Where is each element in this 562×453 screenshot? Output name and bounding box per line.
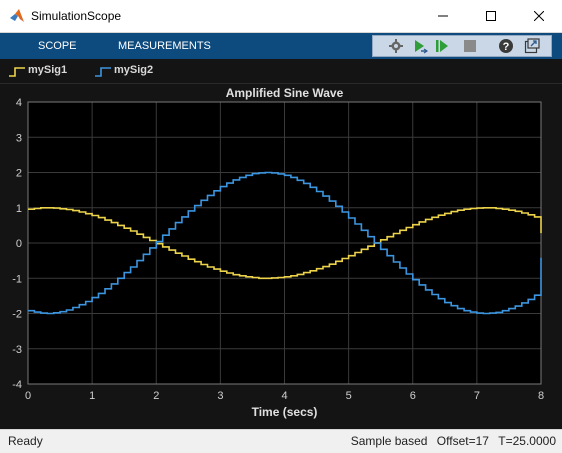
y-tick-label: 2 [16,168,22,180]
status-ready: Ready [8,434,43,448]
tab-scope[interactable]: SCOPE [38,40,77,52]
minimize-button[interactable] [420,0,466,32]
step-forward-icon [415,40,428,54]
window-title: SimulationScope [31,9,122,23]
stop-icon [464,40,476,52]
scope-window: SimulationScope SCOPE MEASUREMENTS ? myS… [0,0,562,453]
title-bar: SimulationScope [0,0,562,33]
settings-icon [389,39,403,53]
run-button[interactable] [433,38,451,54]
x-tick-label: 3 [217,390,223,402]
legend-swatch-mysig1 [9,67,25,77]
y-tick-label: -3 [12,344,22,356]
minimize-icon [438,15,448,17]
quick-access-toolbar: ? [372,35,552,57]
y-tick-label: -2 [12,309,22,321]
toolstrip: SCOPE MEASUREMENTS ? [0,33,562,59]
stop-button[interactable] [461,38,479,54]
x-tick-label: 1 [89,390,95,402]
step-forward-button[interactable] [411,38,429,54]
y-tick-label: 3 [16,132,22,144]
run-icon [436,40,448,52]
y-tick-label: 1 [16,203,22,215]
close-button[interactable] [516,0,562,32]
x-tick-label: 4 [281,390,287,402]
status-offset: Offset=17 [436,434,489,448]
x-tick-label: 0 [25,390,31,402]
plot-svg[interactable]: 0 1 2 3 4 5 6 7 8 -4 -3 -2 -1 0 1 2 3 4 Amplified Sine Wav… [0,84,562,429]
maximize-icon [486,11,496,21]
undock-button[interactable] [523,38,541,54]
y-tick-label: 0 [16,238,22,250]
help-icon: ? [499,39,513,53]
status-bar: Ready Sample based Offset=17 T=25.0000 [0,429,562,453]
y-tick-label: -4 [12,379,22,391]
y-tick-label: 4 [16,97,22,109]
legend: mySig1 mySig2 [0,59,562,84]
chart-title: Amplified Sine Wave [226,86,344,100]
legend-swatch-mysig2 [95,67,111,77]
x-tick-label: 6 [410,390,416,402]
svg-text:?: ? [503,41,510,53]
legend-label-mysig2: mySig2 [114,64,154,76]
status-mode: Sample based [350,434,428,448]
close-icon [534,11,544,21]
legend-label-mysig1: mySig1 [28,64,68,76]
plot-area[interactable]: 0 1 2 3 4 5 6 7 8 -4 -3 -2 -1 0 1 2 3 4 Amplified Sine Wav… [0,84,562,429]
matlab-logo-icon [10,9,24,22]
x-tick-label: 8 [538,390,544,402]
x-axis-label: Time (secs) [252,405,318,419]
status-time: T=25.0000 [498,434,556,448]
x-tick-label: 7 [474,390,480,402]
maximize-button[interactable] [468,0,514,32]
settings-button[interactable] [387,38,405,54]
x-tick-label: 2 [153,390,159,402]
undock-icon [524,38,540,54]
y-tick-label: -1 [12,273,22,285]
help-button[interactable]: ? [497,38,515,54]
status-info: Sample based Offset=17 T=25.0000 [345,434,556,448]
x-tick-label: 5 [346,390,352,402]
tab-measurements[interactable]: MEASUREMENTS [118,40,211,52]
